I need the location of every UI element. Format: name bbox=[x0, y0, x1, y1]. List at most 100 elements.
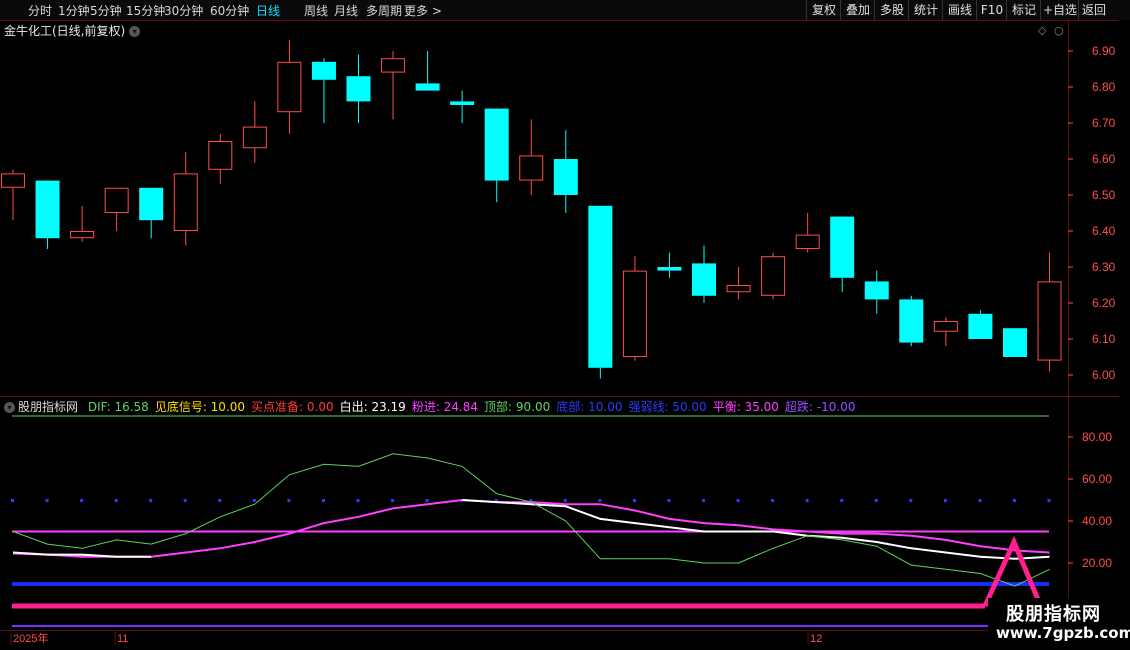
candle-body-up bbox=[104, 187, 129, 214]
date-label: 12 bbox=[810, 633, 822, 645]
strong-line-dot bbox=[771, 499, 775, 502]
date-label: 2025年 bbox=[13, 631, 48, 645]
candle-body-up bbox=[70, 231, 95, 239]
candle-body-up bbox=[761, 256, 786, 296]
watermark-title: 股朋指标网 bbox=[1006, 604, 1101, 625]
pink-line bbox=[12, 498, 1050, 558]
candle-body-down bbox=[484, 108, 509, 181]
candle-body-down bbox=[311, 61, 336, 80]
strong-line-dot bbox=[632, 499, 636, 502]
price-tick-label: 6.50 bbox=[1092, 188, 1116, 202]
strong-line-dot bbox=[149, 499, 153, 502]
strong-line-dot bbox=[45, 499, 49, 502]
price-tick-label: 6.40 bbox=[1092, 224, 1116, 238]
candle-body-down bbox=[657, 267, 682, 271]
strong-line-dot bbox=[702, 499, 705, 502]
strong-line-dot bbox=[425, 499, 429, 502]
candle-body-down bbox=[139, 187, 164, 221]
price-tick-label: 6.30 bbox=[1092, 260, 1116, 274]
candle-body-down bbox=[553, 159, 578, 195]
candle-body-down bbox=[692, 263, 716, 296]
strong-line-dot bbox=[321, 499, 325, 502]
strong-line-dot bbox=[11, 499, 14, 502]
candle-body-down bbox=[830, 216, 855, 278]
white-line bbox=[12, 499, 1050, 560]
strong-line-dot bbox=[80, 499, 84, 502]
strong-line-dot bbox=[667, 499, 671, 502]
candle-body-down bbox=[864, 281, 889, 300]
candle-body-up bbox=[933, 321, 958, 332]
chevron-down-icon[interactable]: ▾ bbox=[4, 402, 15, 413]
indicator-value-2: 买点准备: 0.00 bbox=[251, 400, 334, 414]
indicator-tick-label: 20.00 bbox=[1082, 556, 1112, 570]
strong-line-dot bbox=[287, 499, 291, 502]
strong-line-dot bbox=[805, 499, 809, 502]
chart-canvas: 6.90 6.80 6.70 6.60 6.50 6.40 6.30 6.20 6.10 6.00… bbox=[0, 20, 1130, 650]
indicator-value-3: 白出: 23.19 bbox=[339, 400, 406, 414]
indicator-value-5: 顶部: 90.00 bbox=[484, 400, 551, 414]
strong-line-dot bbox=[840, 499, 844, 502]
strong-line-dot bbox=[114, 499, 118, 502]
strong-line-dot bbox=[218, 499, 222, 502]
candle-body-up bbox=[242, 126, 267, 149]
strong-line-dot bbox=[252, 499, 256, 502]
price-tick-label: 6.00 bbox=[1092, 368, 1116, 382]
price-tick-label: 6.60 bbox=[1092, 152, 1116, 166]
stock-title[interactable]: 金牛化工(日线,前复权) ▾ bbox=[4, 22, 141, 39]
price-tick-label: 6.10 bbox=[1092, 332, 1116, 346]
indicator-name[interactable]: 股朋指标网 bbox=[18, 400, 78, 414]
candle-body-down bbox=[1002, 328, 1027, 357]
candle-body-up bbox=[208, 141, 233, 170]
chevron-down-icon[interactable]: ▾ bbox=[129, 26, 141, 37]
candle-body-down bbox=[899, 299, 924, 343]
candle-body-up bbox=[519, 155, 544, 181]
indicator-value-1: 见底信号: 10.00 bbox=[154, 400, 246, 414]
candle-body-up bbox=[381, 58, 406, 73]
strong-line-dot bbox=[598, 499, 602, 502]
indicator-value-4: 粉进: 24.84 bbox=[411, 400, 479, 414]
candle-body-up bbox=[1037, 281, 1062, 361]
strong-line-dot bbox=[874, 499, 878, 502]
candle-body-up bbox=[726, 285, 751, 293]
indicator-tick-label: 40.00 bbox=[1082, 514, 1112, 528]
indicator-value-6: 底部: 10.00 bbox=[556, 400, 623, 414]
strong-line-dot bbox=[1047, 499, 1051, 502]
indicator-title-bar: ▾ 股朋指标网 DIF: 16.58 见底信号: 10.00 买点准备: 0.00 白出… bbox=[4, 398, 867, 415]
price-tick-label: 6.20 bbox=[1092, 296, 1116, 310]
candle-body-down bbox=[450, 101, 475, 105]
strong-line-dot bbox=[1012, 499, 1016, 502]
date-label: 11 bbox=[117, 633, 128, 645]
strong-line-dot bbox=[909, 499, 913, 502]
dif-line bbox=[12, 453, 1050, 587]
price-tick-label: 6.70 bbox=[1092, 116, 1116, 130]
strong-line-dot bbox=[978, 499, 982, 502]
candle-body-up bbox=[622, 270, 647, 358]
stock-title-text: 金牛化工(日线,前复权) bbox=[4, 24, 126, 38]
candle-body-up bbox=[795, 234, 820, 250]
price-tick-label: 6.90 bbox=[1092, 44, 1116, 58]
candle-body-down bbox=[968, 313, 993, 339]
indicator-value-8: 平衡: 35.00 bbox=[712, 400, 779, 414]
candle-body-down bbox=[588, 205, 613, 368]
candle-body-down bbox=[415, 83, 440, 91]
candle-body-down bbox=[346, 76, 371, 102]
candle-body-down bbox=[35, 180, 60, 239]
candle-body-up bbox=[277, 61, 302, 113]
diamond-icon: ◇ bbox=[1038, 24, 1047, 37]
indicator-value-9: 超跌: -10.00 bbox=[784, 400, 856, 414]
indicator-tick-label: 80.00 bbox=[1082, 430, 1112, 444]
price-tick-label: 6.80 bbox=[1092, 80, 1116, 94]
indicator-tick-label: 60.00 bbox=[1082, 472, 1112, 486]
indicator-value-0: DIF: 16.58 bbox=[87, 400, 149, 414]
side-strip bbox=[1119, 20, 1130, 650]
watermark-url: www.7gpzb.com bbox=[996, 624, 1130, 642]
circle-icon: ○ bbox=[1054, 24, 1064, 37]
strong-line-dot bbox=[563, 499, 567, 502]
strong-line-dot bbox=[183, 499, 187, 502]
candle-body-up bbox=[1, 173, 25, 188]
indicator-values: DIF: 16.58 见底信号: 10.00 买点准备: 0.00 白出: 23.19… bbox=[88, 400, 862, 414]
watermark: 股朋指标网 www.7gpzb.com bbox=[988, 598, 1130, 650]
indicator-value-7: 强弱线: 50.00 bbox=[628, 400, 707, 414]
strong-line-dot bbox=[391, 499, 395, 502]
candle-body-up bbox=[173, 173, 198, 231]
